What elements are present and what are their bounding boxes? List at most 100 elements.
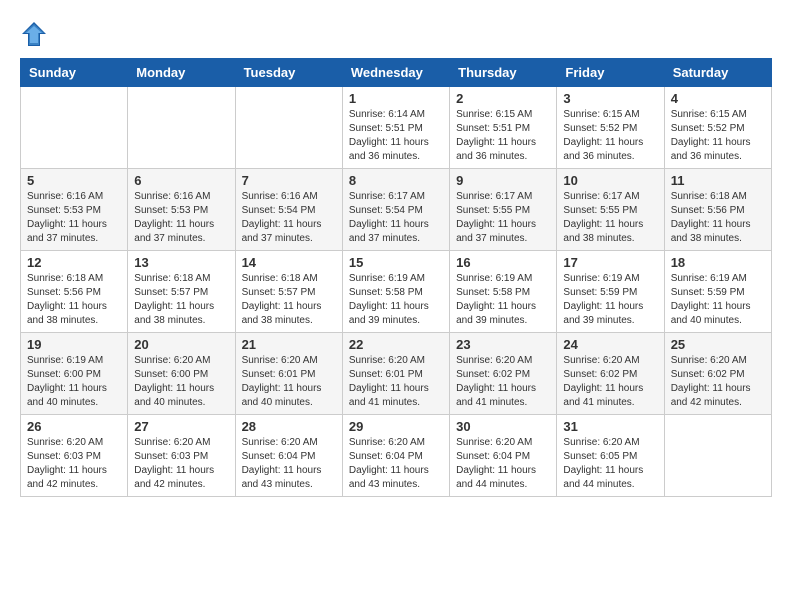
day-number: 8	[349, 173, 443, 188]
weekday-header-sunday: Sunday	[21, 59, 128, 87]
calendar-cell: 11 Sunrise: 6:18 AM Sunset: 5:56 PM Dayli…	[664, 169, 771, 251]
day-number: 5	[27, 173, 121, 188]
calendar-cell: 7 Sunrise: 6:16 AM Sunset: 5:54 PM Daylig…	[235, 169, 342, 251]
day-info: Sunrise: 6:20 AM Sunset: 6:04 PM Dayligh…	[349, 436, 443, 492]
day-number: 7	[242, 173, 336, 188]
day-number: 18	[671, 255, 765, 270]
day-info: Sunrise: 6:20 AM Sunset: 6:01 PM Dayligh…	[349, 354, 443, 410]
day-number: 15	[349, 255, 443, 270]
calendar-cell: 8 Sunrise: 6:17 AM Sunset: 5:54 PM Daylig…	[342, 169, 449, 251]
calendar-cell: 29Sunrise: 6:20 AM Sunset: 6:04 PM Dayli…	[342, 415, 449, 497]
day-info: Sunrise: 6:17 AM Sunset: 5:55 PM Dayligh…	[563, 190, 657, 246]
day-info: Sunrise: 6:14 AM Sunset: 5:51 PM Dayligh…	[349, 108, 443, 164]
calendar-cell: 9 Sunrise: 6:17 AM Sunset: 5:55 PM Daylig…	[450, 169, 557, 251]
day-info: Sunrise: 6:20 AM Sunset: 6:00 PM Dayligh…	[134, 354, 228, 410]
day-number: 27	[134, 419, 228, 434]
logo	[20, 20, 52, 48]
day-info: Sunrise: 6:20 AM Sunset: 6:02 PM Dayligh…	[671, 354, 765, 410]
weekday-header-wednesday: Wednesday	[342, 59, 449, 87]
calendar-week-row: 26 Sunrise: 6:20 AM Sunset: 6:03 PM Dayli…	[21, 415, 772, 497]
calendar-cell: 16 Sunrise: 6:19 AM Sunset: 5:58 PM Dayli…	[450, 251, 557, 333]
day-number: 9	[456, 173, 550, 188]
day-number: 17	[563, 255, 657, 270]
day-info: Sunrise: 6:17 AM Sunset: 5:54 PM Dayligh…	[349, 190, 443, 246]
day-info: Sunrise: 6:16 AM Sunset: 5:54 PM Dayligh…	[242, 190, 336, 246]
day-number: 31	[563, 419, 657, 434]
weekday-header-saturday: Saturday	[664, 59, 771, 87]
day-info: Sunrise: 6:15 AM Sunset: 5:52 PM Dayligh…	[671, 108, 765, 164]
weekday-header-thursday: Thursday	[450, 59, 557, 87]
day-info: Sunrise: 6:18 AM Sunset: 5:56 PM Dayligh…	[27, 272, 121, 328]
calendar-cell: 10 Sunrise: 6:17 AM Sunset: 5:55 PM Dayli…	[557, 169, 664, 251]
calendar-cell	[235, 87, 342, 169]
day-info: Sunrise: 6:18 AM Sunset: 5:57 PM Dayligh…	[134, 272, 228, 328]
day-info: Sunrise: 6:19 AM Sunset: 5:58 PM Dayligh…	[456, 272, 550, 328]
day-number: 14	[242, 255, 336, 270]
calendar-week-row: 12 Sunrise: 6:18 AM Sunset: 5:56 PM Dayli…	[21, 251, 772, 333]
calendar-cell: 2 Sunrise: 6:15 AM Sunset: 5:51 PM Daylig…	[450, 87, 557, 169]
day-info: Sunrise: 6:20 AM Sunset: 6:01 PM Dayligh…	[242, 354, 336, 410]
day-info: Sunrise: 6:20 AM Sunset: 6:03 PM Dayligh…	[134, 436, 228, 492]
calendar-cell: 13 Sunrise: 6:18 AM Sunset: 5:57 PM Dayli…	[128, 251, 235, 333]
day-info: Sunrise: 6:20 AM Sunset: 6:04 PM Dayligh…	[242, 436, 336, 492]
day-info: Sunrise: 6:17 AM Sunset: 5:55 PM Dayligh…	[456, 190, 550, 246]
day-number: 13	[134, 255, 228, 270]
day-number: 23	[456, 337, 550, 352]
calendar-cell: 6Sunrise: 6:16 AM Sunset: 5:53 PM Daylig…	[128, 169, 235, 251]
weekday-header-tuesday: Tuesday	[235, 59, 342, 87]
calendar-cell: 4 Sunrise: 6:15 AM Sunset: 5:52 PM Daylig…	[664, 87, 771, 169]
day-number: 6	[134, 173, 228, 188]
calendar-cell: 14 Sunrise: 6:18 AM Sunset: 5:57 PM Dayli…	[235, 251, 342, 333]
day-number: 1	[349, 91, 443, 106]
day-number: 21	[242, 337, 336, 352]
day-info: Sunrise: 6:18 AM Sunset: 5:56 PM Dayligh…	[671, 190, 765, 246]
calendar-week-row: 5 Sunrise: 6:16 AM Sunset: 5:53 PM Daylig…	[21, 169, 772, 251]
calendar-cell: 19Sunrise: 6:19 AM Sunset: 6:00 PM Dayli…	[21, 333, 128, 415]
calendar-table: SundayMondayTuesdayWednesdayThursdayFrid…	[20, 58, 772, 497]
day-info: Sunrise: 6:16 AM Sunset: 5:53 PM Dayligh…	[27, 190, 121, 246]
calendar-cell: 30 Sunrise: 6:20 AM Sunset: 6:04 PM Dayli…	[450, 415, 557, 497]
day-info: Sunrise: 6:19 AM Sunset: 6:00 PM Dayligh…	[27, 354, 121, 410]
day-number: 25	[671, 337, 765, 352]
day-number: 30	[456, 419, 550, 434]
day-number: 3	[563, 91, 657, 106]
calendar-cell: 17 Sunrise: 6:19 AM Sunset: 5:59 PM Dayli…	[557, 251, 664, 333]
weekday-header-monday: Monday	[128, 59, 235, 87]
day-info: Sunrise: 6:15 AM Sunset: 5:51 PM Dayligh…	[456, 108, 550, 164]
calendar-cell: 1 Sunrise: 6:14 AM Sunset: 5:51 PM Daylig…	[342, 87, 449, 169]
calendar-cell: 31Sunrise: 6:20 AM Sunset: 6:05 PM Dayli…	[557, 415, 664, 497]
calendar-cell: 3 Sunrise: 6:15 AM Sunset: 5:52 PM Daylig…	[557, 87, 664, 169]
calendar-header-row: SundayMondayTuesdayWednesdayThursdayFrid…	[21, 59, 772, 87]
day-number: 16	[456, 255, 550, 270]
calendar-cell: 21 Sunrise: 6:20 AM Sunset: 6:01 PM Dayli…	[235, 333, 342, 415]
calendar-cell: 18 Sunrise: 6:19 AM Sunset: 5:59 PM Dayli…	[664, 251, 771, 333]
calendar-cell: 12 Sunrise: 6:18 AM Sunset: 5:56 PM Dayli…	[21, 251, 128, 333]
calendar-cell: 24 Sunrise: 6:20 AM Sunset: 6:02 PM Dayli…	[557, 333, 664, 415]
day-info: Sunrise: 6:18 AM Sunset: 5:57 PM Dayligh…	[242, 272, 336, 328]
page-header	[20, 20, 772, 48]
calendar-cell: 5 Sunrise: 6:16 AM Sunset: 5:53 PM Daylig…	[21, 169, 128, 251]
day-info: Sunrise: 6:19 AM Sunset: 5:58 PM Dayligh…	[349, 272, 443, 328]
day-number: 4	[671, 91, 765, 106]
calendar-cell	[664, 415, 771, 497]
day-number: 12	[27, 255, 121, 270]
day-info: Sunrise: 6:20 AM Sunset: 6:03 PM Dayligh…	[27, 436, 121, 492]
day-number: 24	[563, 337, 657, 352]
day-number: 22	[349, 337, 443, 352]
calendar-cell: 15 Sunrise: 6:19 AM Sunset: 5:58 PM Dayli…	[342, 251, 449, 333]
calendar-cell: 23Sunrise: 6:20 AM Sunset: 6:02 PM Dayli…	[450, 333, 557, 415]
calendar-cell: 25 Sunrise: 6:20 AM Sunset: 6:02 PM Dayli…	[664, 333, 771, 415]
day-info: Sunrise: 6:20 AM Sunset: 6:02 PM Dayligh…	[563, 354, 657, 410]
logo-icon	[20, 20, 48, 48]
day-number: 2	[456, 91, 550, 106]
day-info: Sunrise: 6:19 AM Sunset: 5:59 PM Dayligh…	[671, 272, 765, 328]
day-info: Sunrise: 6:15 AM Sunset: 5:52 PM Dayligh…	[563, 108, 657, 164]
day-number: 11	[671, 173, 765, 188]
calendar-cell: 28Sunrise: 6:20 AM Sunset: 6:04 PM Dayli…	[235, 415, 342, 497]
calendar-cell: 27 Sunrise: 6:20 AM Sunset: 6:03 PM Dayli…	[128, 415, 235, 497]
day-info: Sunrise: 6:19 AM Sunset: 5:59 PM Dayligh…	[563, 272, 657, 328]
day-info: Sunrise: 6:20 AM Sunset: 6:04 PM Dayligh…	[456, 436, 550, 492]
calendar-cell: 20Sunrise: 6:20 AM Sunset: 6:00 PM Dayli…	[128, 333, 235, 415]
day-number: 10	[563, 173, 657, 188]
day-number: 26	[27, 419, 121, 434]
